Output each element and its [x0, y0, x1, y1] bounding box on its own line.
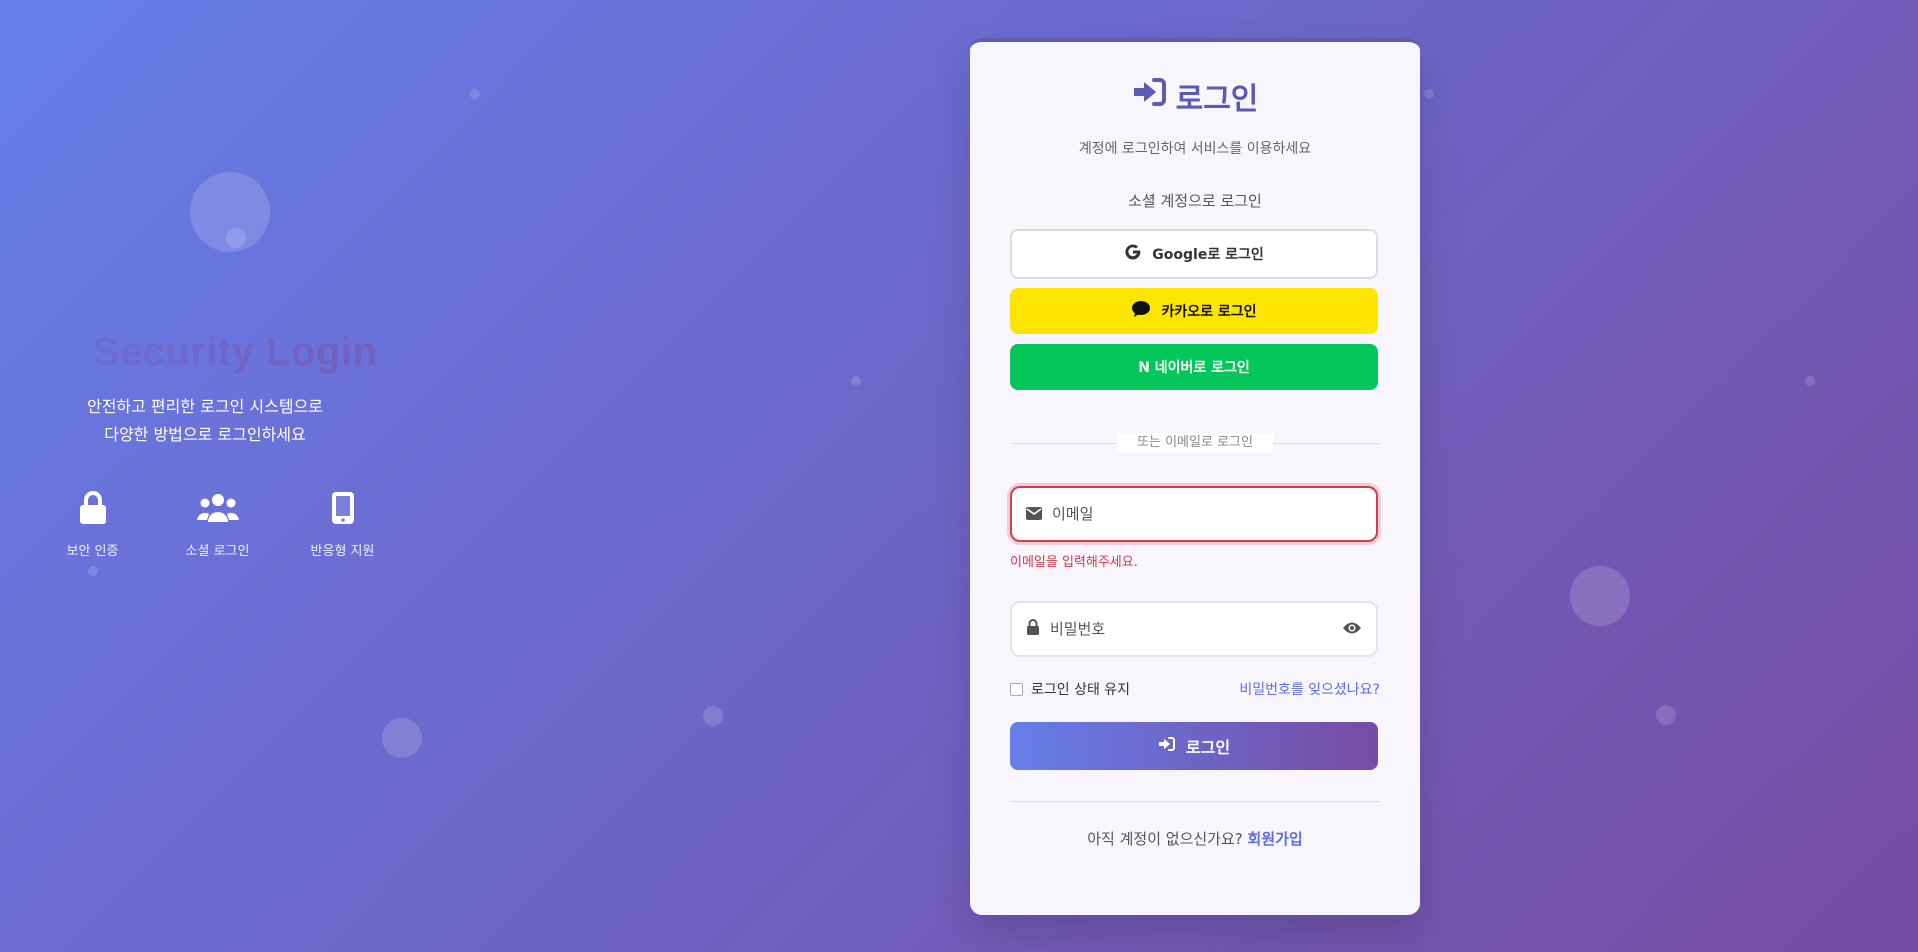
remember-checkbox[interactable] — [1010, 682, 1023, 696]
lock-icon — [30, 488, 155, 528]
users-icon — [155, 488, 280, 528]
eye-icon[interactable] — [1342, 620, 1362, 639]
mobile-icon — [280, 488, 405, 528]
naver-login-button[interactable]: N 네이버로 로그인 — [1010, 344, 1378, 390]
google-login-button[interactable]: Google로 로그인 — [1010, 229, 1378, 279]
login-card: 로그인 계정에 로그인하여 서비스를 이용하세요 소셜 계정으로 로그인 Goo… — [970, 38, 1420, 915]
sign-in-icon — [1132, 77, 1166, 115]
email-field[interactable] — [1010, 486, 1378, 542]
feature-list: 보안 인증 소셜 로그인 반응형 지원 — [30, 488, 405, 559]
background-bubble — [851, 376, 861, 386]
background-bubble — [1656, 705, 1676, 725]
email-error: 이메일을 입력해주세요. — [1010, 555, 1138, 570]
background-bubble — [470, 89, 480, 99]
divider: 또는 이메일로 로그인 — [1010, 433, 1380, 453]
separator — [1010, 801, 1380, 802]
google-icon — [1124, 243, 1142, 265]
background-bubble — [1424, 89, 1434, 99]
background-bubble — [703, 706, 723, 726]
remember-label: 로그인 상태 유지 — [1031, 682, 1131, 698]
feature-security: 보안 인증 — [30, 488, 155, 559]
login-button-label: 로그인 — [1185, 740, 1231, 757]
login-button[interactable]: 로그인 — [1010, 722, 1378, 770]
signup-prompt: 아직 계정이 없으신가요? — [1087, 830, 1243, 848]
google-login-label: Google로 로그인 — [1152, 247, 1264, 263]
feature-label: 보안 인증 — [66, 544, 119, 559]
password-field[interactable] — [1010, 601, 1378, 657]
card-title-text: 로그인 — [1175, 82, 1259, 117]
signup-row: 아직 계정이 없으신가요? 회원가입 — [1010, 828, 1380, 849]
envelope-icon — [1026, 505, 1042, 524]
background-bubble — [88, 566, 98, 576]
password-input[interactable] — [1050, 620, 1332, 638]
email-input[interactable] — [1052, 505, 1362, 523]
sign-in-icon — [1158, 736, 1176, 757]
background-bubble — [226, 228, 246, 248]
hero-desc-line: 다양한 방법으로 로그인하세요 — [104, 425, 306, 444]
hero-description: 안전하고 편리한 로그인 시스템으로 다양한 방법으로 로그인하세요 — [0, 393, 410, 449]
login-options: 로그인 상태 유지 비밀번호를 잊으셨나요? — [1010, 679, 1380, 699]
hero-section: Security Login 안전하고 편리한 로그인 시스템으로 다양한 방법… — [0, 330, 410, 449]
lock-icon — [1026, 619, 1040, 639]
social-heading: 소셜 계정으로 로그인 — [1128, 192, 1262, 210]
background-bubble — [1570, 566, 1630, 626]
feature-label: 반응형 지원 — [310, 544, 375, 559]
hero-title: Security Login — [0, 330, 410, 375]
kakao-login-button[interactable]: 카카오로 로그인 — [1010, 288, 1378, 334]
naver-login-label: N 네이버로 로그인 — [1138, 360, 1250, 376]
chat-bubble-icon — [1131, 300, 1151, 322]
signup-link[interactable]: 회원가입 — [1248, 830, 1303, 848]
feature-social: 소셜 로그인 — [155, 488, 280, 559]
background-bubble — [382, 718, 422, 758]
card-title: 로그인 — [1010, 74, 1380, 118]
hero-desc-line: 안전하고 편리한 로그인 시스템으로 — [86, 397, 324, 416]
feature-responsive: 반응형 지원 — [280, 488, 405, 559]
forgot-password-link[interactable]: 비밀번호를 잊으셨나요? — [1239, 679, 1380, 699]
remember-me[interactable]: 로그인 상태 유지 — [1010, 679, 1130, 699]
card-subtitle: 계정에 로그인하여 서비스를 이용하세요 — [1078, 141, 1312, 157]
kakao-login-label: 카카오로 로그인 — [1161, 304, 1257, 320]
background-bubble — [1805, 376, 1815, 386]
feature-label: 소셜 로그인 — [185, 544, 250, 559]
divider-label: 또는 이메일로 로그인 — [1117, 433, 1273, 453]
